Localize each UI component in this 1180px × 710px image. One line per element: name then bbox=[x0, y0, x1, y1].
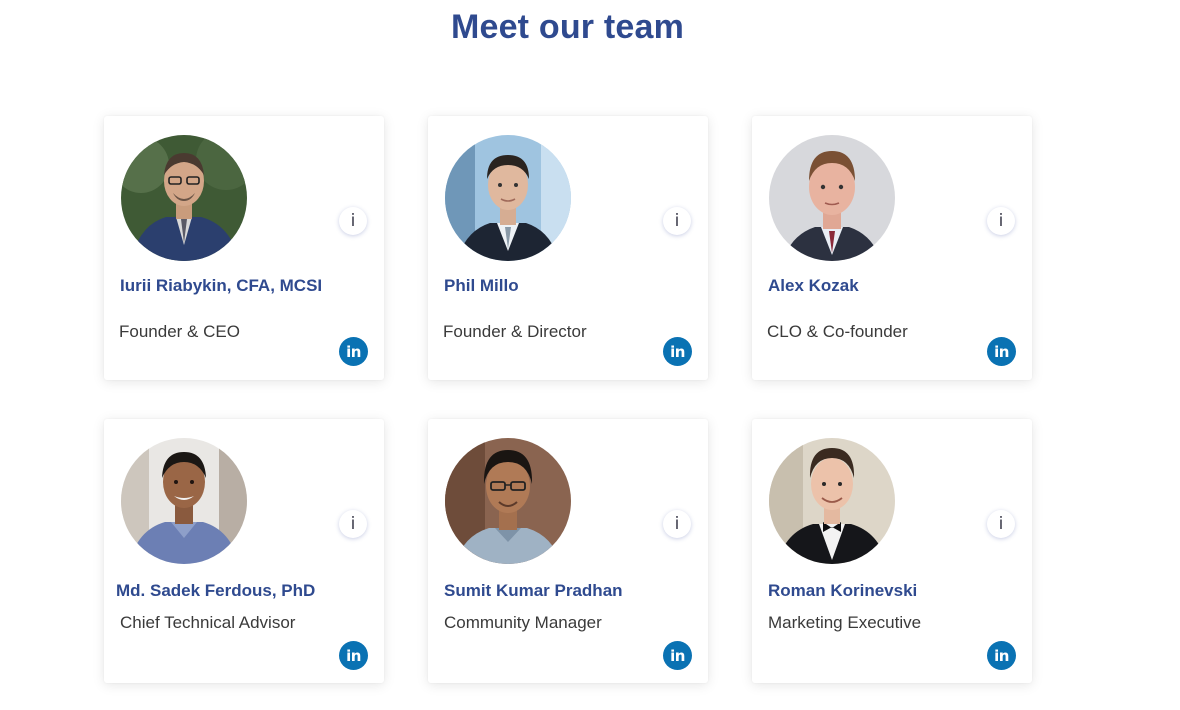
member-role: Founder & Director bbox=[443, 322, 587, 341]
info-button[interactable]: i bbox=[663, 510, 691, 538]
linkedin-icon: in bbox=[994, 646, 1009, 665]
linkedin-icon: in bbox=[670, 342, 685, 361]
avatar bbox=[121, 438, 247, 564]
team-card: i Alex Kozak CLO & Co-founder in bbox=[752, 116, 1032, 380]
linkedin-button[interactable]: in bbox=[663, 641, 692, 670]
info-icon: i bbox=[350, 514, 356, 534]
page-title: Meet our team bbox=[450, 8, 685, 46]
member-name: Alex Kozak bbox=[768, 276, 859, 295]
team-card: i Roman Korinevski Marketing Executive i… bbox=[752, 419, 1032, 683]
linkedin-button[interactable]: in bbox=[987, 641, 1016, 670]
team-card: i Phil Millo Founder & Director in bbox=[428, 116, 708, 380]
team-card: i Iurii Riabykin, CFA, MCSI Founder & CE… bbox=[104, 116, 384, 380]
info-button[interactable]: i bbox=[339, 207, 367, 235]
linkedin-icon: in bbox=[346, 646, 361, 665]
linkedin-button[interactable]: in bbox=[663, 337, 692, 366]
info-button[interactable]: i bbox=[987, 207, 1015, 235]
member-role: Founder & CEO bbox=[119, 322, 240, 341]
avatar bbox=[445, 135, 571, 261]
member-role: Marketing Executive bbox=[768, 613, 922, 632]
linkedin-icon: in bbox=[670, 646, 685, 665]
member-role: Chief Technical Advisor bbox=[120, 613, 296, 632]
member-role: Community Manager bbox=[444, 613, 602, 632]
info-button[interactable]: i bbox=[339, 510, 367, 538]
info-button[interactable]: i bbox=[663, 207, 691, 235]
team-card: i Sumit Kumar Pradhan Community Manager … bbox=[428, 419, 708, 683]
member-name: Sumit Kumar Pradhan bbox=[444, 581, 623, 600]
info-icon: i bbox=[674, 211, 680, 231]
linkedin-button[interactable]: in bbox=[987, 337, 1016, 366]
team-grid: i Iurii Riabykin, CFA, MCSI Founder & CE… bbox=[104, 116, 1032, 683]
member-name: Roman Korinevski bbox=[768, 581, 918, 600]
linkedin-button[interactable]: in bbox=[339, 337, 368, 366]
team-section: Meet our team i Iurii Riabykin, CFA, MCS… bbox=[0, 0, 1180, 710]
avatar bbox=[769, 438, 895, 564]
avatar bbox=[445, 438, 571, 564]
avatar bbox=[121, 135, 247, 261]
info-button[interactable]: i bbox=[987, 510, 1015, 538]
linkedin-icon: in bbox=[346, 342, 361, 361]
info-icon: i bbox=[674, 514, 680, 534]
avatar bbox=[769, 135, 895, 261]
linkedin-icon: in bbox=[994, 342, 1009, 361]
info-icon: i bbox=[350, 211, 356, 231]
member-role: CLO & Co-founder bbox=[767, 322, 908, 341]
member-name: Md. Sadek Ferdous, PhD bbox=[116, 581, 316, 600]
member-name: Phil Millo bbox=[444, 276, 519, 295]
info-icon: i bbox=[998, 211, 1004, 231]
linkedin-button[interactable]: in bbox=[339, 641, 368, 670]
team-card: i Md. Sadek Ferdous, PhD Chief Technical… bbox=[104, 419, 384, 683]
info-icon: i bbox=[998, 514, 1004, 534]
member-name: Iurii Riabykin, CFA, MCSI bbox=[120, 276, 323, 295]
